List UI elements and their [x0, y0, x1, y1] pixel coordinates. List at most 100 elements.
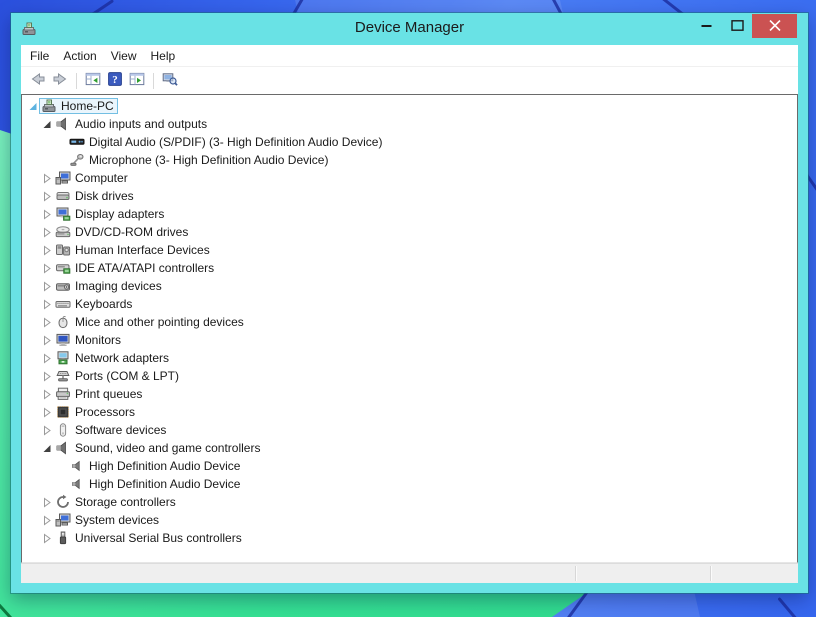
- wallpaper-line: [777, 597, 802, 617]
- expand-arrow-icon[interactable]: [40, 316, 53, 328]
- minimize-button[interactable]: [692, 14, 722, 38]
- back-arrow-icon: [30, 71, 46, 90]
- close-icon: [768, 19, 781, 34]
- menu-bar: File Action View Help: [21, 45, 798, 67]
- tree-item-label: System devices: [75, 513, 160, 527]
- expand-arrow-icon[interactable]: [40, 424, 53, 436]
- tree-item-label: Computer: [75, 171, 128, 185]
- expand-arrow-icon[interactable]: [40, 244, 53, 256]
- expand-arrow-icon[interactable]: [40, 496, 53, 508]
- maximize-icon: [730, 19, 744, 34]
- tree-item[interactable]: Disk drives: [22, 187, 797, 205]
- forward-button[interactable]: [49, 70, 71, 92]
- expand-arrow-icon[interactable]: [40, 406, 53, 418]
- console-tree-icon: [85, 71, 101, 90]
- computer-icon: [55, 170, 71, 186]
- maximize-button[interactable]: [722, 14, 752, 38]
- tree-item[interactable]: Monitors: [22, 331, 797, 349]
- tree-item[interactable]: Human Interface Devices: [22, 241, 797, 259]
- menu-file[interactable]: File: [23, 47, 56, 65]
- toolbar-separator: [153, 72, 154, 89]
- show-action-pane-button[interactable]: [126, 70, 148, 92]
- tree-item-label: Processors: [75, 405, 136, 419]
- network-adapter-icon: [55, 350, 71, 366]
- tree-item-label: Microphone (3- High Definition Audio Dev…: [89, 153, 329, 167]
- tree-item-label: Human Interface Devices: [75, 243, 210, 257]
- tree-item[interactable]: Imaging devices: [22, 277, 797, 295]
- tree-item[interactable]: Sound, video and game controllers: [22, 439, 797, 457]
- tree-item[interactable]: IDE ATA/ATAPI controllers: [22, 259, 797, 277]
- collapse-arrow-icon[interactable]: [26, 100, 39, 112]
- tree-item-content: Software devices: [53, 422, 170, 438]
- ports-icon: [55, 368, 71, 384]
- expander-placeholder: [54, 136, 67, 148]
- titlebar[interactable]: Device Manager: [11, 13, 808, 45]
- tree-item[interactable]: System devices: [22, 511, 797, 529]
- tree-item[interactable]: Processors: [22, 403, 797, 421]
- tree-item[interactable]: Print queues: [22, 385, 797, 403]
- close-button[interactable]: [752, 14, 797, 38]
- client-area: File Action View Help ? Home-PC Audio inputs…: [21, 45, 798, 583]
- dvd-drive-icon: [55, 224, 71, 240]
- tree-item-content: DVD/CD-ROM drives: [53, 224, 192, 240]
- tree-item[interactable]: Microphone (3- High Definition Audio Dev…: [22, 151, 797, 169]
- tree-item-content: Network adapters: [53, 350, 173, 366]
- tree-item[interactable]: DVD/CD-ROM drives: [22, 223, 797, 241]
- expand-arrow-icon[interactable]: [40, 352, 53, 364]
- scan-hardware-button[interactable]: [159, 70, 181, 92]
- tree-item-content: Mice and other pointing devices: [53, 314, 248, 330]
- expand-arrow-icon[interactable]: [40, 370, 53, 382]
- expand-arrow-icon[interactable]: [40, 334, 53, 346]
- tree-item[interactable]: Computer: [22, 169, 797, 187]
- back-button[interactable]: [27, 70, 49, 92]
- expand-arrow-icon[interactable]: [40, 514, 53, 526]
- show-console-tree-button[interactable]: [82, 70, 104, 92]
- expand-arrow-icon[interactable]: [40, 262, 53, 274]
- tree-item-label: Mice and other pointing devices: [75, 315, 244, 329]
- tree-item[interactable]: Universal Serial Bus controllers: [22, 529, 797, 547]
- collapse-arrow-icon[interactable]: [40, 442, 53, 454]
- tree-item[interactable]: Ports (COM & LPT): [22, 367, 797, 385]
- tree-item[interactable]: High Definition Audio Device: [22, 457, 797, 475]
- tree-item[interactable]: High Definition Audio Device: [22, 475, 797, 493]
- tree-item[interactable]: Keyboards: [22, 295, 797, 313]
- hd-audio-icon: [69, 458, 85, 474]
- device-manager-window: Device Manager File Action View Help ? Home…: [11, 13, 808, 593]
- tree-item[interactable]: Audio inputs and outputs: [22, 115, 797, 133]
- menu-view[interactable]: View: [104, 47, 144, 65]
- tree-item[interactable]: Storage controllers: [22, 493, 797, 511]
- expand-arrow-icon[interactable]: [40, 190, 53, 202]
- expand-arrow-icon[interactable]: [40, 532, 53, 544]
- tree-item-content: Microphone (3- High Definition Audio Dev…: [67, 152, 332, 168]
- expand-arrow-icon[interactable]: [40, 298, 53, 310]
- hd-audio-icon: [69, 476, 85, 492]
- collapse-arrow-icon[interactable]: [40, 118, 53, 130]
- usb-icon: [55, 530, 71, 546]
- tree-item[interactable]: Network adapters: [22, 349, 797, 367]
- help-button[interactable]: ?: [104, 70, 126, 92]
- menu-action[interactable]: Action: [56, 47, 103, 65]
- device-tree: Home-PC Audio inputs and outputs Digital A…: [22, 97, 797, 547]
- expand-arrow-icon[interactable]: [40, 388, 53, 400]
- tree-item[interactable]: Display adapters: [22, 205, 797, 223]
- tree-item[interactable]: Software devices: [22, 421, 797, 439]
- tree-item-label: Disk drives: [75, 189, 134, 203]
- tree-item-content: High Definition Audio Device: [67, 458, 244, 474]
- expand-arrow-icon[interactable]: [40, 172, 53, 184]
- ide-controller-icon: [55, 260, 71, 276]
- expand-arrow-icon[interactable]: [40, 208, 53, 220]
- imaging-device-icon: [55, 278, 71, 294]
- expand-arrow-icon[interactable]: [40, 280, 53, 292]
- speaker-icon: [55, 116, 71, 132]
- disk-drive-icon: [55, 188, 71, 204]
- tree-item-content: System devices: [53, 512, 163, 528]
- minimize-icon: [701, 19, 713, 34]
- tree-item[interactable]: Digital Audio (S/PDIF) (3- High Definiti…: [22, 133, 797, 151]
- keyboard-icon: [55, 296, 71, 312]
- tree-item-content: Disk drives: [53, 188, 138, 204]
- expand-arrow-icon[interactable]: [40, 226, 53, 238]
- menu-help[interactable]: Help: [144, 47, 183, 65]
- tree-item[interactable]: Mice and other pointing devices: [22, 313, 797, 331]
- tree-item[interactable]: Home-PC: [22, 97, 797, 115]
- expander-placeholder: [54, 478, 67, 490]
